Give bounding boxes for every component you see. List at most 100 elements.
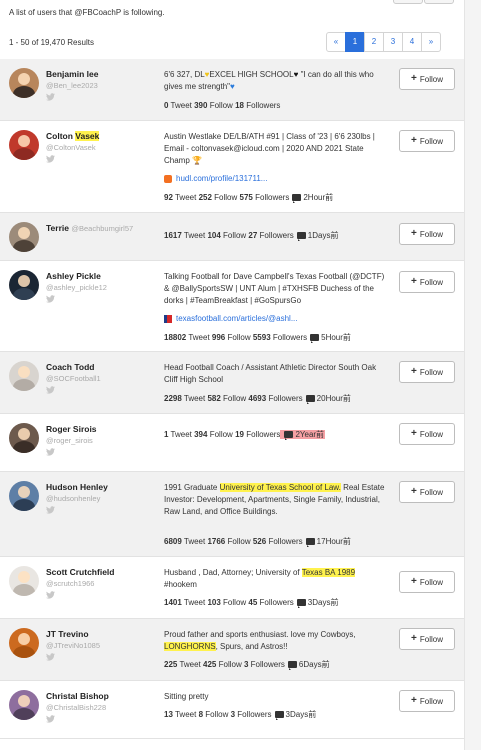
comment-icon bbox=[305, 395, 315, 404]
tweet-label: Tweet bbox=[183, 537, 206, 546]
avatar[interactable] bbox=[9, 481, 39, 511]
user-name[interactable]: Scott Crutchfield bbox=[46, 567, 158, 577]
follow-count: 390 bbox=[194, 101, 208, 110]
scrollbar[interactable] bbox=[464, 0, 481, 750]
user-handle[interactable]: @Beachbumgirl57 bbox=[71, 224, 133, 233]
follow-button-label: Follow bbox=[419, 277, 443, 287]
comment-icon bbox=[310, 334, 320, 343]
avatar[interactable] bbox=[9, 423, 39, 453]
follow-button[interactable]: + Follow bbox=[399, 628, 455, 650]
tweet-label: Tweet bbox=[179, 660, 201, 669]
last-active: 2Hour前 bbox=[303, 193, 334, 202]
pagination-page-3[interactable]: 3 bbox=[383, 32, 403, 52]
avatar[interactable] bbox=[9, 130, 39, 160]
twitter-bird-icon bbox=[46, 653, 158, 663]
avatar[interactable] bbox=[9, 690, 39, 720]
followers-label: Followers bbox=[272, 333, 308, 342]
avatar[interactable] bbox=[9, 68, 39, 98]
user-name[interactable]: Roger Sirois bbox=[46, 424, 158, 434]
user-handle[interactable]: @ColtonVasek bbox=[46, 143, 158, 152]
tweet-count: 0 bbox=[164, 101, 169, 110]
user-stats: 13 Tweet 8 Follow 3 Followers 3Days前 bbox=[164, 709, 316, 720]
follow-button[interactable]: + Follow bbox=[399, 361, 455, 383]
user-row: Christal Bishop @ChristalBish228 Sitting… bbox=[0, 681, 464, 739]
follow-label: Follow bbox=[214, 193, 238, 202]
user-handle[interactable]: @ChristalBish228 bbox=[46, 703, 158, 712]
twitter-bird-icon bbox=[46, 506, 158, 516]
user-handle[interactable]: @scrutch1966 bbox=[46, 579, 158, 588]
user-handle[interactable]: @Ben_lee2023 bbox=[46, 81, 158, 90]
follow-button-label: Follow bbox=[419, 696, 443, 706]
link-text: texasfootball.com/articles/@ashl... bbox=[176, 314, 298, 323]
pagination-page-4[interactable]: 4 bbox=[402, 32, 422, 52]
user-handle[interactable]: @roger_sirois bbox=[46, 436, 158, 445]
user-stats: 18802 Tweet 996 Follow 5593 Followers 5Ho… bbox=[164, 332, 351, 343]
top-button-right[interactable] bbox=[424, 0, 454, 4]
followers-label: Followers bbox=[259, 231, 294, 240]
profile-link[interactable]: texasfootball.com/articles/@ashl... bbox=[164, 313, 389, 325]
user-handle[interactable]: @SOCFootball1 bbox=[46, 374, 158, 383]
pagination-prev[interactable]: « bbox=[326, 32, 346, 52]
user-name[interactable]: Benjamin lee bbox=[46, 69, 158, 79]
link-text: hudl.com/profile/131711... bbox=[176, 174, 268, 183]
last-active: 17Hour前 bbox=[316, 537, 351, 546]
tweet-count: 1 bbox=[164, 430, 169, 439]
top-button-left[interactable] bbox=[393, 0, 423, 4]
avatar[interactable] bbox=[9, 270, 39, 300]
pagination-page-1[interactable]: 1 bbox=[345, 32, 365, 52]
tweet-count: 6809 bbox=[164, 537, 182, 546]
follow-button[interactable]: + Follow bbox=[399, 481, 455, 503]
follow-label: Follow bbox=[223, 231, 247, 240]
tweet-label: Tweet bbox=[183, 598, 206, 607]
tweet-label: Tweet bbox=[183, 231, 206, 240]
user-bio: 6'6 327, DL♥EXCEL HIGH SCHOOL♥ "I can do… bbox=[164, 69, 389, 93]
user-name[interactable]: Terrie @Beachbumgirl57 bbox=[46, 223, 158, 233]
user-name[interactable]: JT Trevino bbox=[46, 629, 158, 639]
user-name[interactable]: Hudson Henley bbox=[46, 482, 158, 492]
tweet-count: 2298 bbox=[164, 394, 182, 403]
pagination-next[interactable]: » bbox=[421, 32, 441, 52]
follow-button[interactable]: + Follow bbox=[399, 68, 455, 90]
followers-label: Followers bbox=[268, 394, 303, 403]
follow-button[interactable]: + Follow bbox=[399, 271, 455, 293]
avatar[interactable] bbox=[9, 222, 39, 252]
profile-link[interactable]: hudl.com/profile/131711... bbox=[164, 173, 389, 185]
follow-label: Follow bbox=[227, 537, 251, 546]
user-row: JT Trevino @JTreviNo1085 Proud father an… bbox=[0, 619, 464, 681]
follow-button[interactable]: + Follow bbox=[399, 690, 455, 712]
user-handle[interactable]: @JTreviNo1085 bbox=[46, 641, 158, 650]
twitter-bird-icon bbox=[46, 715, 158, 725]
follower-count: 45 bbox=[248, 598, 258, 607]
avatar[interactable] bbox=[9, 361, 39, 391]
follow-count: 425 bbox=[203, 660, 217, 669]
tweet-count: 18802 bbox=[164, 333, 187, 342]
last-active: 20Hour前 bbox=[316, 394, 351, 403]
comment-icon bbox=[274, 711, 284, 720]
user-handle[interactable]: @hudsonhenley bbox=[46, 494, 158, 503]
user-name-highlight: Vasek bbox=[75, 131, 100, 141]
user-name[interactable]: Ashley Pickle bbox=[46, 271, 158, 281]
user-name[interactable]: Colton Vasek bbox=[46, 131, 158, 141]
follow-button-label: Follow bbox=[419, 229, 443, 239]
follow-label: Follow bbox=[223, 598, 247, 607]
bio-text: 1991 Graduate bbox=[164, 483, 220, 492]
pagination-page-2[interactable]: 2 bbox=[364, 32, 384, 52]
user-handle[interactable]: @ashley_pickle12 bbox=[46, 283, 158, 292]
follow-button[interactable]: + Follow bbox=[399, 423, 455, 445]
user-row: Terrie @Beachbumgirl57 1617 Tweet 104 Fo… bbox=[0, 213, 464, 261]
avatar[interactable] bbox=[9, 566, 39, 596]
twitter-bird-icon bbox=[46, 591, 158, 601]
follow-button[interactable]: + Follow bbox=[399, 130, 455, 152]
heart-blue-icon: ♥ bbox=[229, 82, 235, 91]
user-bio: Husband , Dad, Attorney; University of T… bbox=[164, 567, 389, 591]
user-name[interactable]: Coach Todd bbox=[46, 362, 158, 372]
bio-text: 6'6 327, DL bbox=[164, 70, 205, 79]
user-row: Hudson Henley @hudsonhenley 1991 Graduat… bbox=[0, 472, 464, 557]
user-name[interactable]: Christal Bishop bbox=[46, 691, 158, 701]
avatar[interactable] bbox=[9, 628, 39, 658]
user-bio: Sitting pretty bbox=[164, 691, 389, 703]
follow-button[interactable]: + Follow bbox=[399, 223, 455, 245]
tweet-label: Tweet bbox=[188, 333, 210, 342]
follow-button[interactable]: + Follow bbox=[399, 571, 455, 593]
follow-label: Follow bbox=[218, 660, 242, 669]
